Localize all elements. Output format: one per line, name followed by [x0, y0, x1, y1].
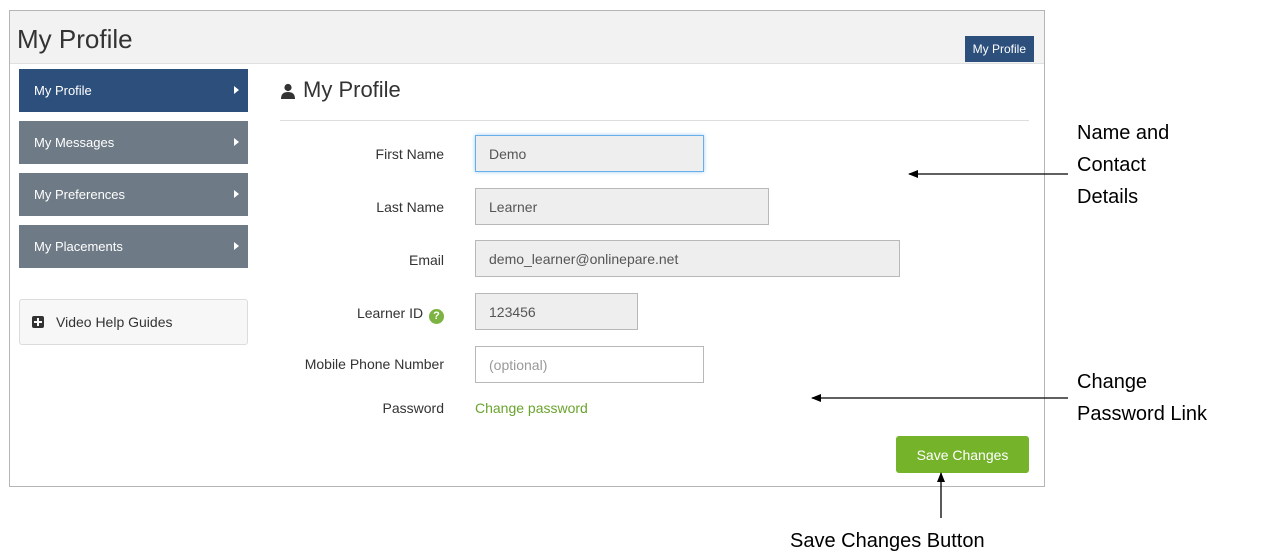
annotation-line: Change — [1077, 371, 1148, 393]
annotation-line: Name and — [1077, 122, 1170, 144]
annotation-save-button: Save Changes Button — [790, 530, 985, 552]
annotation-name-contact: Name and Contact Details — [1077, 117, 1169, 213]
annotation-password-link: Change Password Link — [1077, 366, 1207, 430]
annotation-line: Details — [1077, 186, 1139, 208]
annotation-arrows — [811, 170, 1068, 518]
annotation-line: Contact — [1077, 154, 1146, 176]
annotation-line: Password Link — [1077, 403, 1208, 425]
